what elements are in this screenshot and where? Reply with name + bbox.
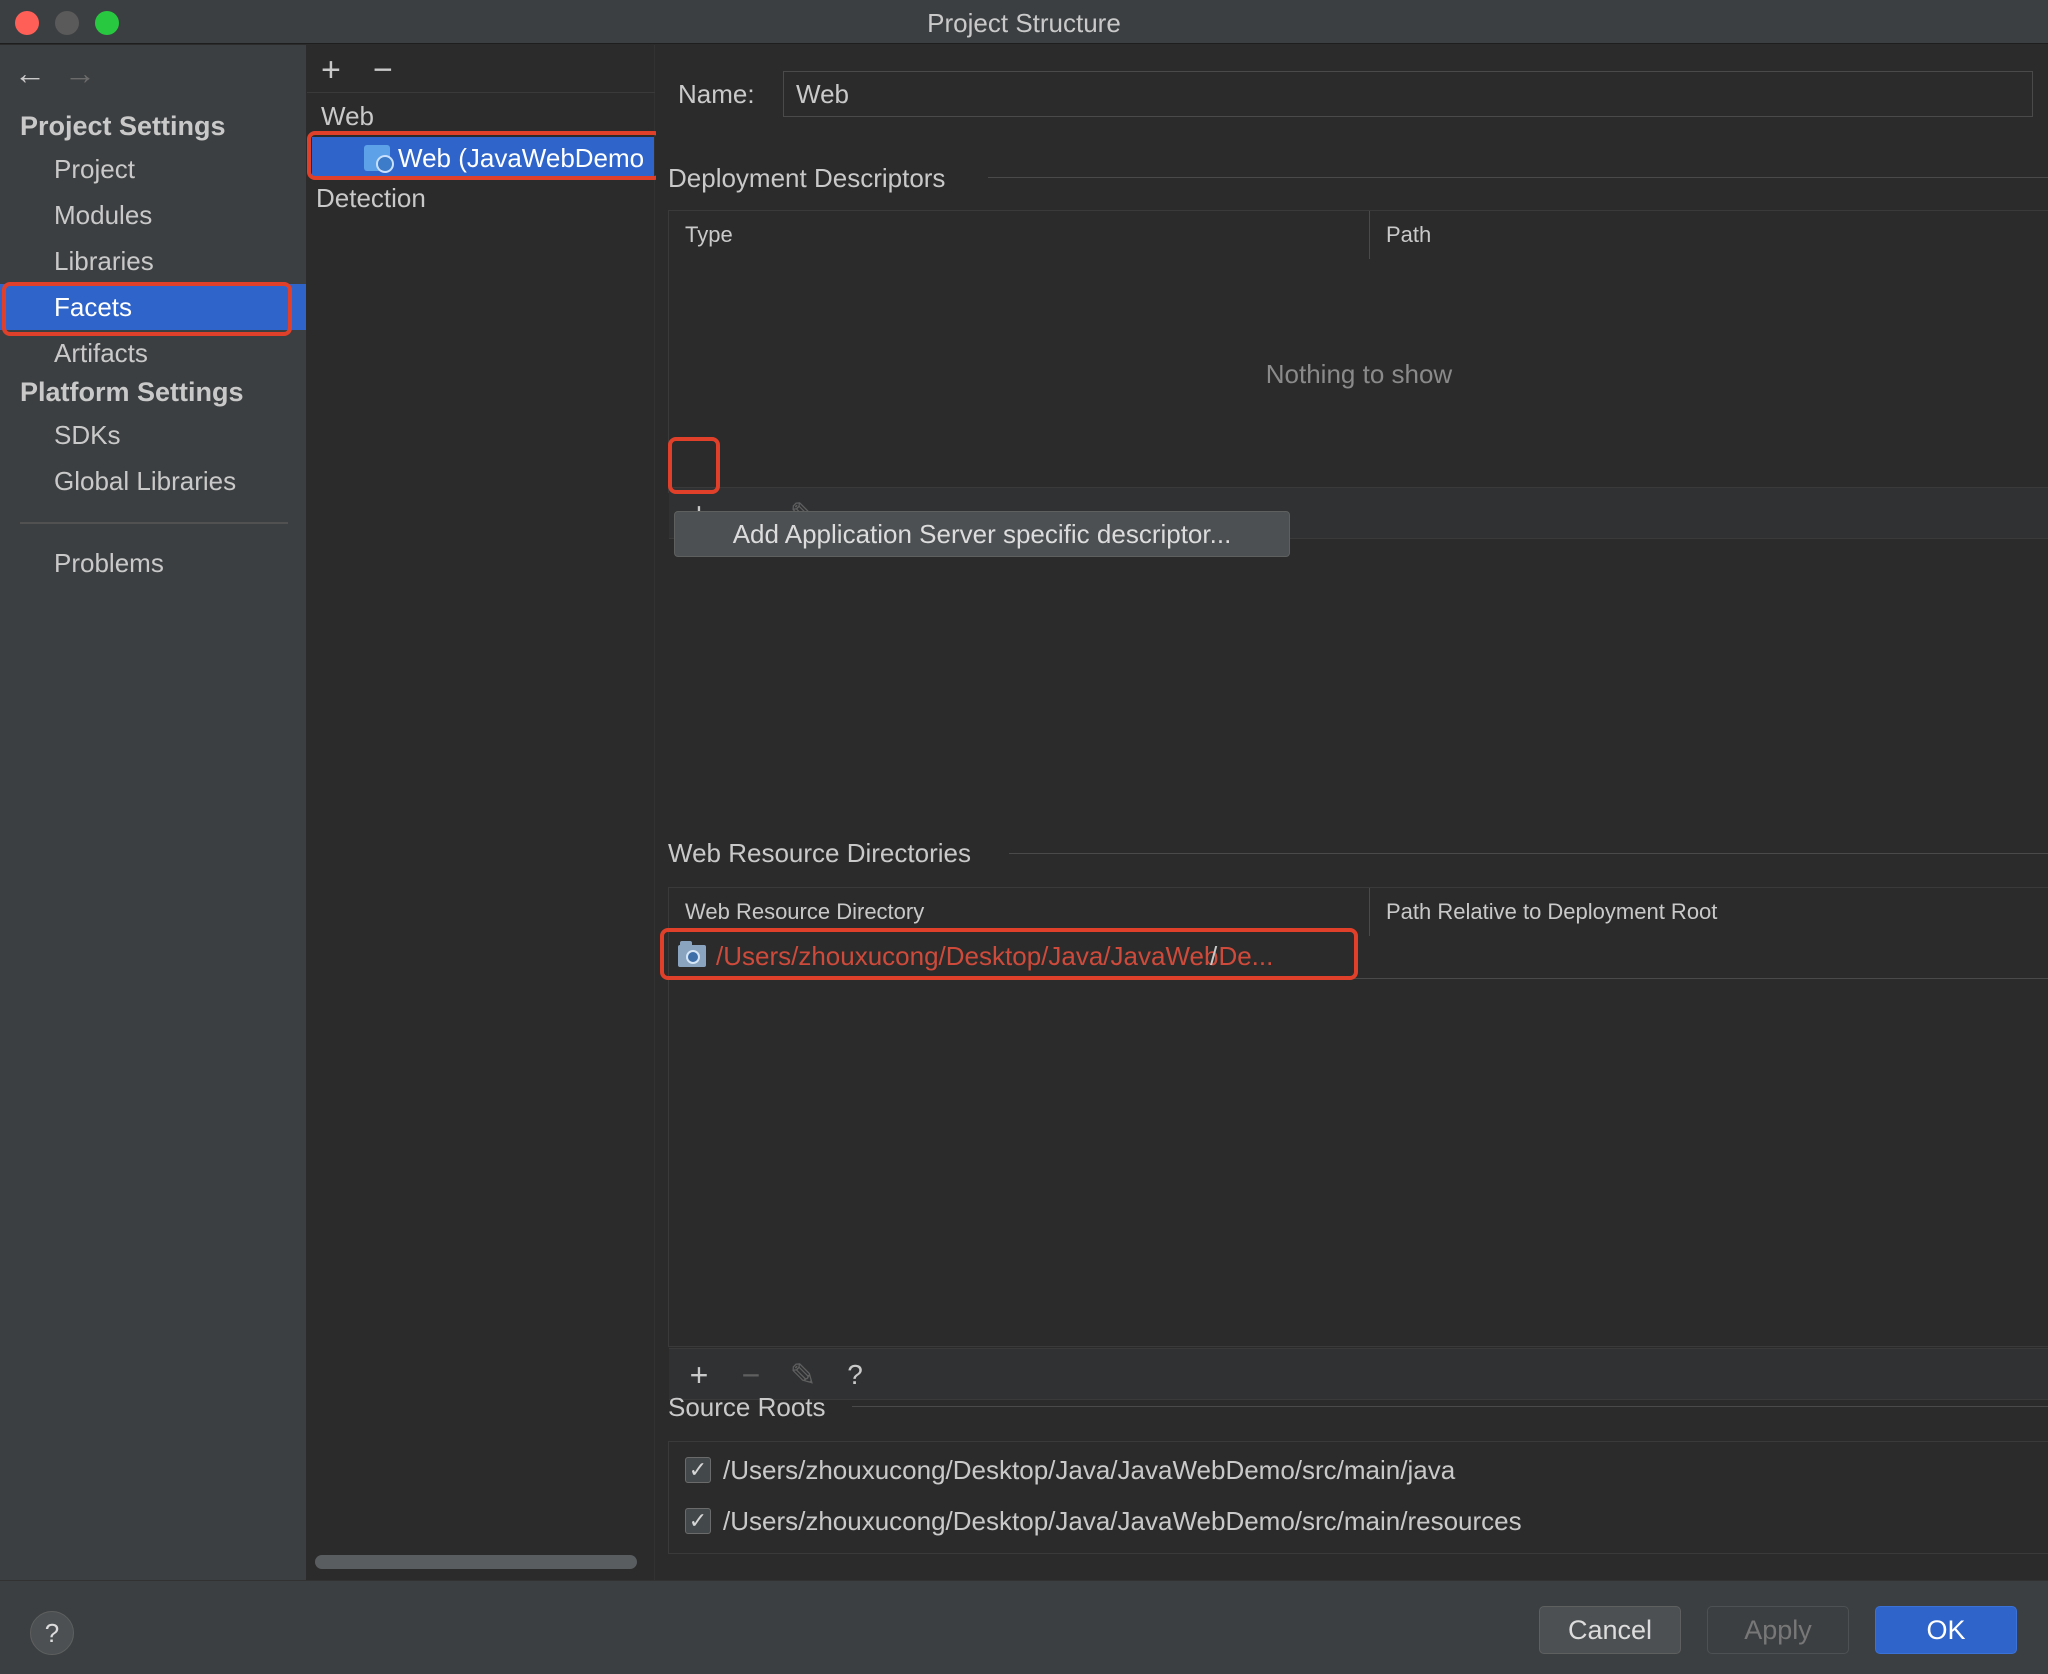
nav-history: ← →	[14, 55, 114, 92]
settings-nav: ← → Project Settings Project Modules Libr…	[0, 45, 306, 1580]
web-facet-icon	[364, 145, 394, 173]
add-facet-button[interactable]: +	[321, 51, 373, 90]
help-button[interactable]: ?	[30, 1611, 74, 1655]
web-resource-directory-path[interactable]: /Users/zhouxucong/Desktop/Java/JavaWebDe…	[716, 941, 1273, 972]
empty-state-text: Nothing to show	[1265, 359, 1453, 389]
nav-item-project[interactable]: Project	[0, 146, 306, 192]
source-roots-list: ✓ /Users/zhouxucong/Desktop/Java/JavaWeb…	[668, 1441, 2048, 1554]
back-arrow-icon[interactable]: ←	[14, 55, 64, 92]
facet-web-javawebdemo[interactable]: Web (JavaWebDemo	[312, 137, 654, 179]
column-header-type[interactable]: Type	[669, 211, 1354, 259]
add-web-resource-button[interactable]: +	[679, 1355, 719, 1395]
remove-facet-button[interactable]: −	[373, 51, 425, 90]
source-root-path: /Users/zhouxucong/Desktop/Java/JavaWebDe…	[723, 1455, 1456, 1485]
apply-button[interactable]: Apply	[1707, 1606, 1849, 1654]
facets-toolbar: + −	[321, 51, 425, 90]
toolbar-divider	[307, 92, 655, 93]
ok-button[interactable]: OK	[1875, 1606, 2017, 1654]
window-title: Project Structure	[927, 8, 1121, 38]
forward-arrow-icon[interactable]: →	[64, 55, 114, 92]
add-server-descriptor-button[interactable]: Add Application Server specific descript…	[674, 511, 1290, 557]
source-root-checkbox[interactable]: ✓	[685, 1508, 711, 1534]
cancel-button[interactable]: Cancel	[1539, 1606, 1681, 1654]
facet-item-label: Web (JavaWebDemo	[398, 143, 645, 173]
detection-item[interactable]: Detection	[316, 183, 426, 214]
nav-item-global-libraries[interactable]: Global Libraries	[0, 458, 306, 504]
dialog-footer: ? Cancel Apply OK	[0, 1580, 2048, 1674]
web-resource-row[interactable]: /Users/zhouxucong/Desktop/Java/JavaWebDe…	[668, 935, 2048, 979]
deployment-descriptors-table[interactable]: Type Path Nothing to show + − ✎	[668, 210, 2048, 539]
name-input[interactable]	[783, 71, 2033, 117]
help-icon[interactable]: ?	[835, 1355, 875, 1395]
title-bar: Project Structure	[0, 0, 2048, 44]
web-resource-directories-title: Web Resource Directories	[668, 838, 971, 868]
facets-panel: + − Web Web (JavaWebDemo Detection	[307, 45, 655, 1580]
section-divider	[1009, 853, 2048, 854]
column-header-web-resource-directory[interactable]: Web Resource Directory	[669, 888, 1354, 936]
nav-item-artifacts[interactable]: Artifacts	[0, 330, 306, 376]
nav-item-sdks[interactable]: SDKs	[0, 412, 306, 458]
facet-settings: Name: Deployment Descriptors Type Path N…	[656, 45, 2048, 1580]
edit-web-resource-icon[interactable]: ✎	[783, 1355, 823, 1395]
deployment-descriptors-title: Deployment Descriptors	[668, 163, 946, 193]
horizontal-scrollbar[interactable]	[315, 1555, 637, 1569]
project-settings-header: Project Settings	[20, 111, 226, 141]
web-resource-toolbar: + − ✎ ?	[669, 1348, 2048, 1400]
section-divider	[988, 177, 2048, 178]
deployment-root-path[interactable]: /	[1210, 941, 1217, 972]
name-label: Name:	[678, 79, 755, 109]
nav-item-problems[interactable]: Problems	[0, 540, 306, 586]
column-header-path[interactable]: Path	[1370, 211, 2048, 259]
facet-type-web[interactable]: Web	[321, 101, 374, 132]
nav-divider	[20, 522, 288, 524]
nav-item-modules[interactable]: Modules	[0, 192, 306, 238]
column-header-relative-path[interactable]: Path Relative to Deployment Root	[1370, 888, 2048, 936]
section-divider	[852, 1406, 2048, 1407]
source-root-checkbox[interactable]: ✓	[685, 1457, 711, 1483]
remove-web-resource-button[interactable]: −	[731, 1355, 771, 1395]
web-folder-icon	[678, 941, 706, 967]
source-root-path: /Users/zhouxucong/Desktop/Java/JavaWebDe…	[723, 1506, 1522, 1536]
nav-item-libraries[interactable]: Libraries	[0, 238, 306, 284]
source-roots-title: Source Roots	[668, 1392, 826, 1422]
platform-settings-header: Platform Settings	[20, 377, 244, 407]
nav-item-facets[interactable]: Facets	[0, 284, 306, 330]
